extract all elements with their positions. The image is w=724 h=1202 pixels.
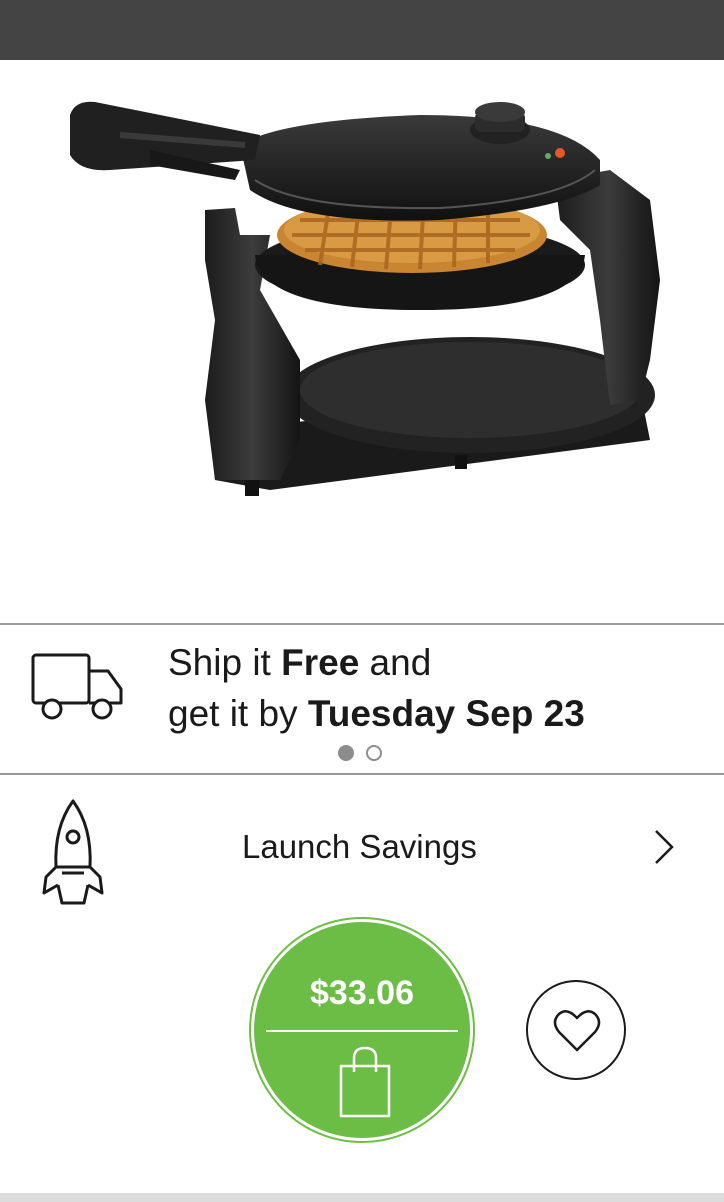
carousel-indicator: [338, 745, 382, 761]
launch-savings-row[interactable]: Launch Savings: [0, 775, 724, 915]
launch-savings-label: Launch Savings: [242, 828, 477, 865]
shopping-bag-icon: [338, 1046, 392, 1123]
shipping-message: Ship it Free and get it by Tuesday Sep 2…: [168, 637, 585, 739]
buy-button[interactable]: $33.06: [251, 919, 473, 1141]
carousel-dot-active[interactable]: [338, 745, 354, 761]
free-label: Free: [281, 642, 360, 683]
rocket-icon: [40, 797, 106, 914]
shipping-line-1: Ship it Free and: [168, 642, 432, 683]
buy-button-divider: [266, 1030, 458, 1032]
favorite-button[interactable]: [526, 980, 626, 1080]
shipping-banner[interactable]: Ship it Free and get it by Tuesday Sep 2…: [0, 625, 724, 773]
heart-icon: [553, 1010, 601, 1052]
waffle-maker-illustration: [70, 101, 660, 496]
price-label: $33.06: [310, 974, 414, 1012]
shipping-line-2: get it by Tuesday Sep 23: [168, 693, 585, 734]
status-bar: [0, 0, 724, 60]
product-image[interactable]: [0, 60, 724, 623]
delivery-date: Tuesday Sep 23: [307, 693, 585, 734]
bottom-strip: [0, 1193, 724, 1202]
chevron-right-icon[interactable]: [652, 827, 676, 872]
truck-icon: [30, 651, 124, 728]
carousel-dot-inactive[interactable]: [366, 745, 382, 761]
